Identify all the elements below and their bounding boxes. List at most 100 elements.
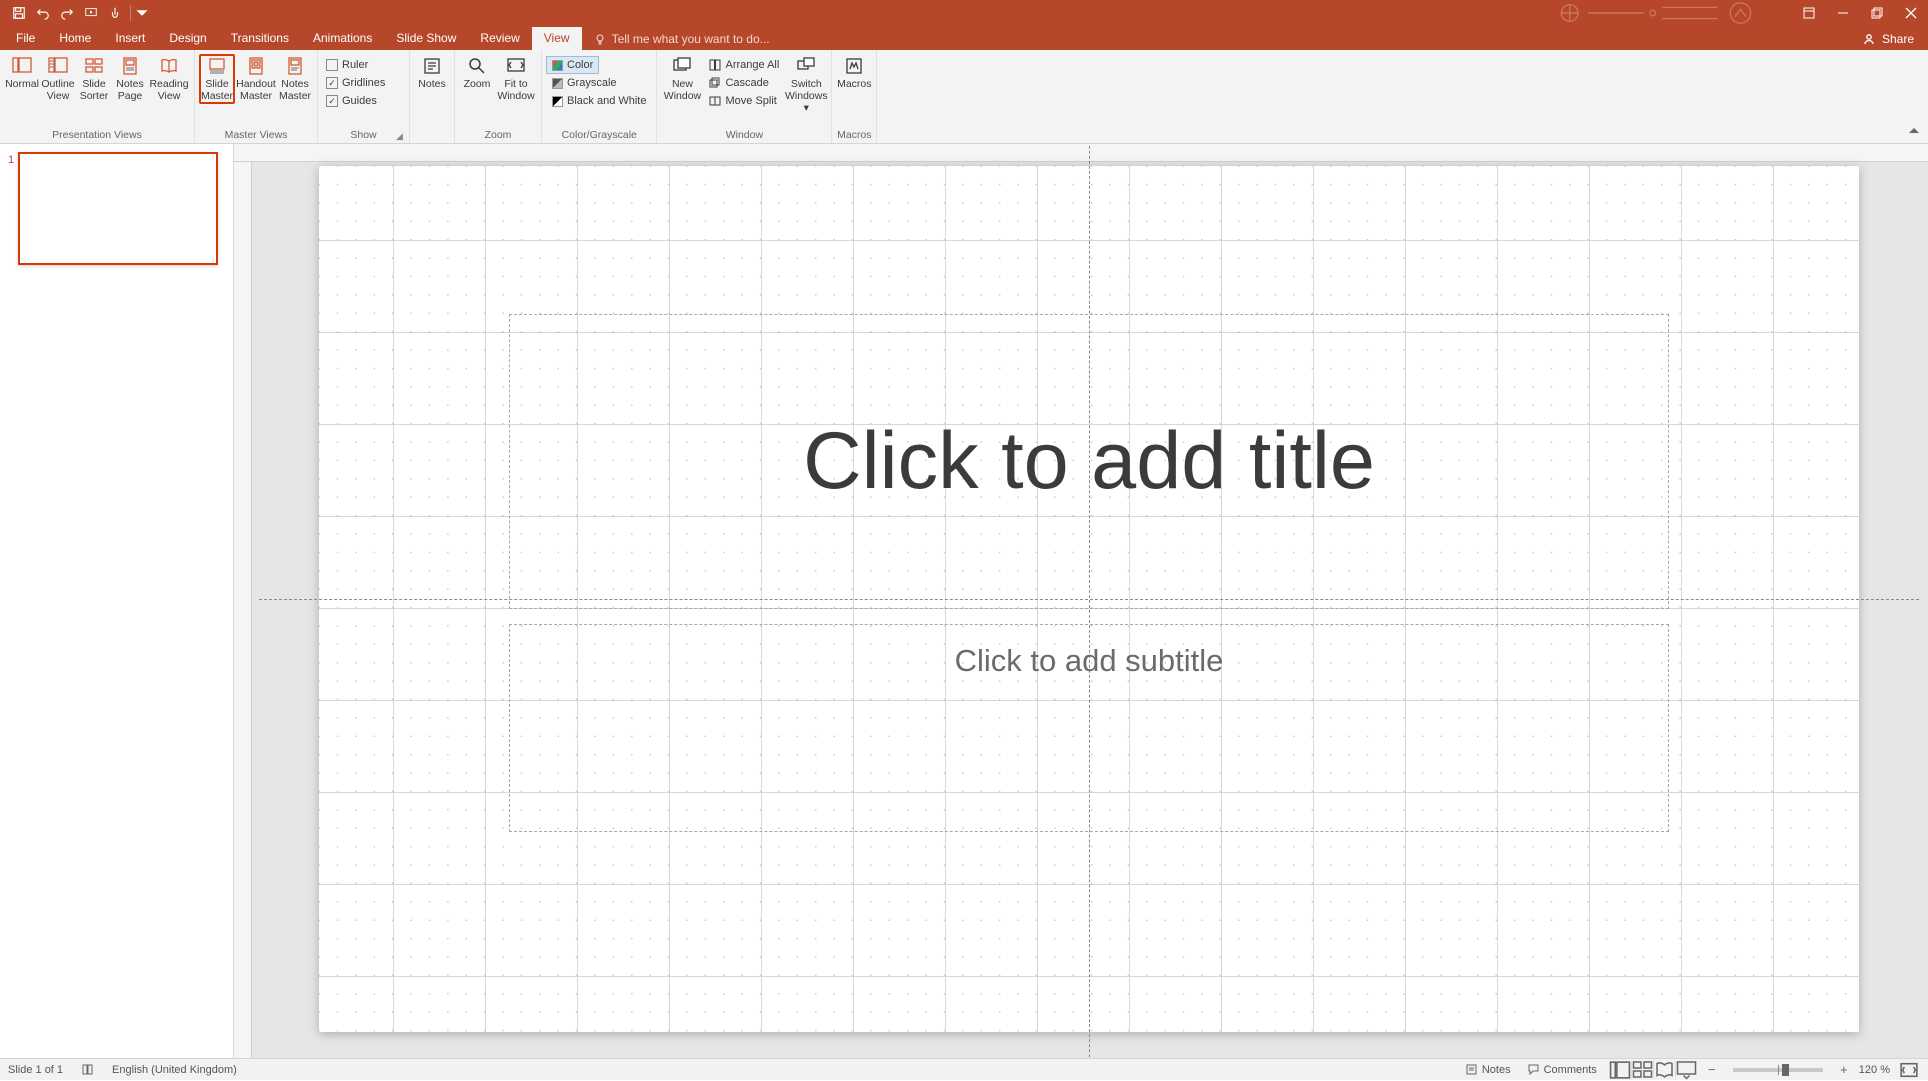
grayscale-swatch-icon xyxy=(552,78,563,89)
presentation-icon xyxy=(84,6,98,20)
handout-master-button[interactable]: HandoutMaster xyxy=(235,54,277,102)
gridlines-checkbox[interactable]: ✓Gridlines xyxy=(322,74,389,92)
workspace: 1 Click to add title Click to add subtit… xyxy=(0,144,1928,1058)
language-button[interactable]: English (United Kingdom) xyxy=(112,1064,237,1076)
zoom-in-button[interactable]: + xyxy=(1837,1062,1851,1077)
save-icon xyxy=(12,6,26,20)
reading-view-button[interactable]: ReadingView xyxy=(148,54,190,102)
notes-icon xyxy=(1465,1063,1478,1076)
notes-toggle-button[interactable]: Notes xyxy=(1461,1063,1515,1076)
notes-page-icon xyxy=(120,56,140,76)
group-notes: Notes xyxy=(410,50,454,143)
close-button[interactable] xyxy=(1894,0,1928,26)
quick-access-toolbar xyxy=(0,2,149,24)
group-master-views: SlideMaster HandoutMaster NotesMaster Ma… xyxy=(195,50,318,143)
undo-button[interactable] xyxy=(32,2,54,24)
cascade-icon xyxy=(709,77,721,89)
slide-counter: Slide 1 of 1 xyxy=(8,1064,63,1076)
checkbox-icon: ✓ xyxy=(326,77,338,89)
new-window-button[interactable]: NewWindow xyxy=(661,54,703,102)
group-label: Zoom xyxy=(455,129,541,143)
thumbnail-number: 1 xyxy=(8,152,14,166)
notes-page-button[interactable]: NotesPage xyxy=(112,54,148,102)
arrange-all-button[interactable]: Arrange All xyxy=(703,56,785,74)
share-icon xyxy=(1862,32,1876,46)
grayscale-button[interactable]: Grayscale xyxy=(546,74,623,92)
tab-insert[interactable]: Insert xyxy=(103,27,157,50)
zoom-level[interactable]: 120 % xyxy=(1859,1064,1890,1076)
cascade-button[interactable]: Cascade xyxy=(703,74,785,92)
redo-button[interactable] xyxy=(56,2,78,24)
collapse-ribbon-button[interactable] xyxy=(1908,126,1920,139)
subtitle-placeholder[interactable]: Click to add subtitle xyxy=(509,624,1669,832)
slide-master-button[interactable]: SlideMaster xyxy=(199,54,235,104)
save-button[interactable] xyxy=(8,2,30,24)
slide-sorter-icon xyxy=(84,56,104,76)
zoom-out-button[interactable]: − xyxy=(1705,1062,1719,1077)
checkbox-icon: ✓ xyxy=(326,95,338,107)
tab-home[interactable]: Home xyxy=(47,27,103,50)
ribbon-display-options-button[interactable] xyxy=(1792,0,1826,26)
tab-transitions[interactable]: Transitions xyxy=(219,27,301,50)
spell-check-button[interactable] xyxy=(77,1063,98,1076)
minimize-icon xyxy=(1837,7,1849,19)
status-bar: Slide 1 of 1 English (United Kingdom) No… xyxy=(0,1058,1928,1080)
notes-master-icon xyxy=(285,56,305,76)
slide-sorter-status-button[interactable] xyxy=(1631,1061,1653,1079)
normal-view-status-button[interactable] xyxy=(1609,1061,1631,1079)
zoom-button[interactable]: Zoom xyxy=(459,54,495,102)
group-label: Macros xyxy=(832,129,876,143)
slideshow-status-button[interactable] xyxy=(1675,1061,1697,1079)
switch-windows-icon xyxy=(796,56,816,76)
comments-toggle-button[interactable]: Comments xyxy=(1523,1063,1601,1076)
tab-review[interactable]: Review xyxy=(468,27,531,50)
color-button[interactable]: Color xyxy=(546,56,599,74)
notes-master-button[interactable]: NotesMaster xyxy=(277,54,313,102)
show-dialog-launcher[interactable]: ◢ xyxy=(396,131,406,141)
maximize-button[interactable] xyxy=(1860,0,1894,26)
normal-view-button[interactable]: Normal xyxy=(4,54,40,102)
tell-me-search[interactable]: Tell me what you want to do... xyxy=(582,32,782,50)
new-window-icon xyxy=(672,56,692,76)
tab-view[interactable]: View xyxy=(532,27,582,50)
chevron-down-icon xyxy=(135,6,149,20)
zoom-handle[interactable] xyxy=(1782,1064,1789,1076)
share-button[interactable]: Share xyxy=(1848,32,1928,50)
maximize-icon xyxy=(1871,7,1883,19)
slide-sorter-button[interactable]: SlideSorter xyxy=(76,54,112,102)
group-label: Color/Grayscale xyxy=(542,129,656,143)
titlebar-decoration xyxy=(1532,0,1792,26)
tab-design[interactable]: Design xyxy=(157,27,218,50)
macros-icon xyxy=(844,56,864,76)
reading-view-status-button[interactable] xyxy=(1653,1061,1675,1079)
outline-view-icon xyxy=(48,56,68,76)
tab-animations[interactable]: Animations xyxy=(301,27,384,50)
fit-to-window-status-button[interactable] xyxy=(1898,1061,1920,1079)
tell-me-placeholder: Tell me what you want to do... xyxy=(612,32,770,46)
tab-file[interactable]: File xyxy=(4,27,47,50)
zoom-icon xyxy=(467,56,487,76)
slide-canvas[interactable]: Click to add title Click to add subtitle xyxy=(319,166,1859,1032)
customize-qat-button[interactable] xyxy=(135,2,149,24)
switch-windows-button[interactable]: SwitchWindows ▾ xyxy=(785,54,827,114)
move-split-button[interactable]: Move Split xyxy=(703,92,785,110)
thumbnails-pane[interactable]: 1 xyxy=(0,144,234,1058)
macros-button[interactable]: Macros xyxy=(836,54,872,102)
tab-slideshow[interactable]: Slide Show xyxy=(384,27,468,50)
black-white-button[interactable]: Black and White xyxy=(546,92,652,110)
notes-icon xyxy=(422,56,442,76)
title-placeholder[interactable]: Click to add title xyxy=(509,314,1669,609)
guides-checkbox[interactable]: ✓Guides xyxy=(322,92,381,110)
fit-to-window-button[interactable]: Fit toWindow xyxy=(495,54,537,102)
zoom-slider[interactable] xyxy=(1733,1068,1823,1072)
outline-view-button[interactable]: OutlineView xyxy=(40,54,76,102)
ribbon-view: Normal OutlineView SlideSorter NotesPage… xyxy=(0,50,1928,144)
group-presentation-views: Normal OutlineView SlideSorter NotesPage… xyxy=(0,50,195,143)
minimize-button[interactable] xyxy=(1826,0,1860,26)
ruler-checkbox[interactable]: Ruler xyxy=(322,56,372,74)
notes-button[interactable]: Notes xyxy=(414,54,450,102)
touch-mouse-mode-button[interactable] xyxy=(104,2,126,24)
group-window: NewWindow Arrange All Cascade Move Split… xyxy=(657,50,832,143)
slide-thumbnail-1[interactable] xyxy=(18,152,218,265)
start-from-beginning-button[interactable] xyxy=(80,2,102,24)
